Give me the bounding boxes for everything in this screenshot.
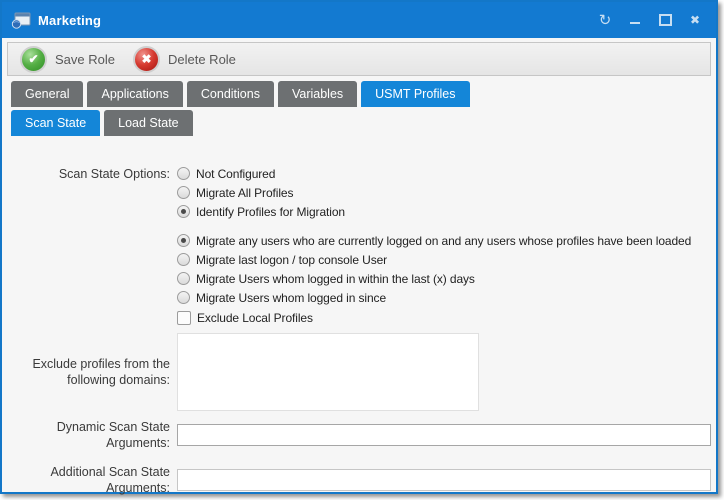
additional-args-label: Additional Scan State Arguments: bbox=[2, 464, 177, 497]
title-bar[interactable]: Marketing ↻ ✖ bbox=[2, 2, 716, 38]
tab-usmt-profiles[interactable]: USMT Profiles bbox=[361, 81, 469, 107]
radio-label: Migrate any users who are currently logg… bbox=[196, 234, 691, 248]
toolbar: ✔ Save Role ✖ Delete Role bbox=[7, 42, 711, 76]
scan-state-options-group: Not Configured Migrate All Profiles Iden… bbox=[177, 164, 691, 327]
save-check-icon: ✔ bbox=[20, 46, 47, 73]
dynamic-scan-state-arguments-input[interactable] bbox=[177, 424, 711, 446]
tab-applications[interactable]: Applications bbox=[87, 81, 182, 107]
radio-label: Migrate Users whom logged in since bbox=[196, 291, 386, 305]
radio-icon[interactable] bbox=[177, 272, 190, 285]
checkbox-label: Exclude Local Profiles bbox=[197, 311, 313, 325]
scan-state-options-label: Scan State Options: bbox=[2, 164, 177, 327]
marketing-dialog: Marketing ↻ ✖ ✔ Save Role ✖ Delete Role … bbox=[0, 0, 718, 494]
sub-tab-strip: Scan State Load State bbox=[11, 110, 716, 136]
delete-cross-icon: ✖ bbox=[133, 46, 160, 73]
checkbox-icon[interactable] bbox=[177, 311, 191, 325]
radio-label: Identify Profiles for Migration bbox=[196, 205, 345, 219]
radio-label: Migrate last logon / top console User bbox=[196, 253, 387, 267]
tab-load-state[interactable]: Load State bbox=[104, 110, 192, 136]
additional-args-row: Additional Scan State Arguments: bbox=[2, 464, 716, 497]
additional-scan-state-arguments-input[interactable] bbox=[177, 469, 711, 491]
radio-migrate-last-logon[interactable]: Migrate last logon / top console User bbox=[177, 250, 691, 269]
scan-state-options-row: Scan State Options: Not Configured Migra… bbox=[2, 164, 716, 327]
exclude-domains-textarea[interactable] bbox=[177, 333, 479, 411]
minimize-icon[interactable] bbox=[620, 7, 650, 33]
exclude-domains-row: Exclude profiles from the following doma… bbox=[2, 333, 716, 411]
exclude-local-profiles-checkbox-row[interactable]: Exclude Local Profiles bbox=[177, 308, 691, 327]
save-role-button[interactable]: ✔ Save Role bbox=[16, 45, 129, 73]
radio-icon[interactable] bbox=[177, 186, 190, 199]
refresh-icon[interactable]: ↻ bbox=[590, 7, 620, 33]
dynamic-args-row: Dynamic Scan State Arguments: bbox=[2, 419, 716, 452]
radio-icon[interactable] bbox=[177, 253, 190, 266]
maximize-icon[interactable] bbox=[650, 7, 680, 33]
radio-label: Not Configured bbox=[196, 167, 275, 181]
tab-conditions[interactable]: Conditions bbox=[187, 81, 274, 107]
app-window-icon bbox=[11, 12, 31, 29]
radio-migrate-logged-on-users[interactable]: Migrate any users who are currently logg… bbox=[177, 231, 691, 250]
delete-role-button[interactable]: ✖ Delete Role bbox=[129, 45, 250, 73]
tab-general[interactable]: General bbox=[11, 81, 83, 107]
tab-scan-state[interactable]: Scan State bbox=[11, 110, 100, 136]
radio-migrate-all-profiles[interactable]: Migrate All Profiles bbox=[177, 183, 691, 202]
dynamic-args-label: Dynamic Scan State Arguments: bbox=[2, 419, 177, 452]
group-gap bbox=[177, 221, 691, 231]
exclude-domains-label: Exclude profiles from the following doma… bbox=[2, 333, 177, 411]
screen: Marketing ↻ ✖ ✔ Save Role ✖ Delete Role … bbox=[0, 0, 724, 500]
window-title: Marketing bbox=[38, 13, 101, 28]
radio-migrate-last-x-days[interactable]: Migrate Users whom logged in within the … bbox=[177, 269, 691, 288]
delete-role-label: Delete Role bbox=[168, 52, 236, 67]
radio-identify-profiles[interactable]: Identify Profiles for Migration bbox=[177, 202, 691, 221]
main-tab-strip: General Applications Conditions Variable… bbox=[11, 81, 716, 107]
radio-icon[interactable] bbox=[177, 205, 190, 218]
radio-icon[interactable] bbox=[177, 234, 190, 247]
radio-label: Migrate All Profiles bbox=[196, 186, 293, 200]
radio-icon[interactable] bbox=[177, 167, 190, 180]
radio-icon[interactable] bbox=[177, 291, 190, 304]
close-icon[interactable]: ✖ bbox=[680, 7, 710, 33]
radio-label: Migrate Users whom logged in within the … bbox=[196, 272, 475, 286]
save-role-label: Save Role bbox=[55, 52, 115, 67]
tab-variables[interactable]: Variables bbox=[278, 81, 357, 107]
radio-not-configured[interactable]: Not Configured bbox=[177, 164, 691, 183]
scan-state-form: Scan State Options: Not Configured Migra… bbox=[2, 164, 716, 496]
radio-migrate-since[interactable]: Migrate Users whom logged in since bbox=[177, 288, 691, 307]
